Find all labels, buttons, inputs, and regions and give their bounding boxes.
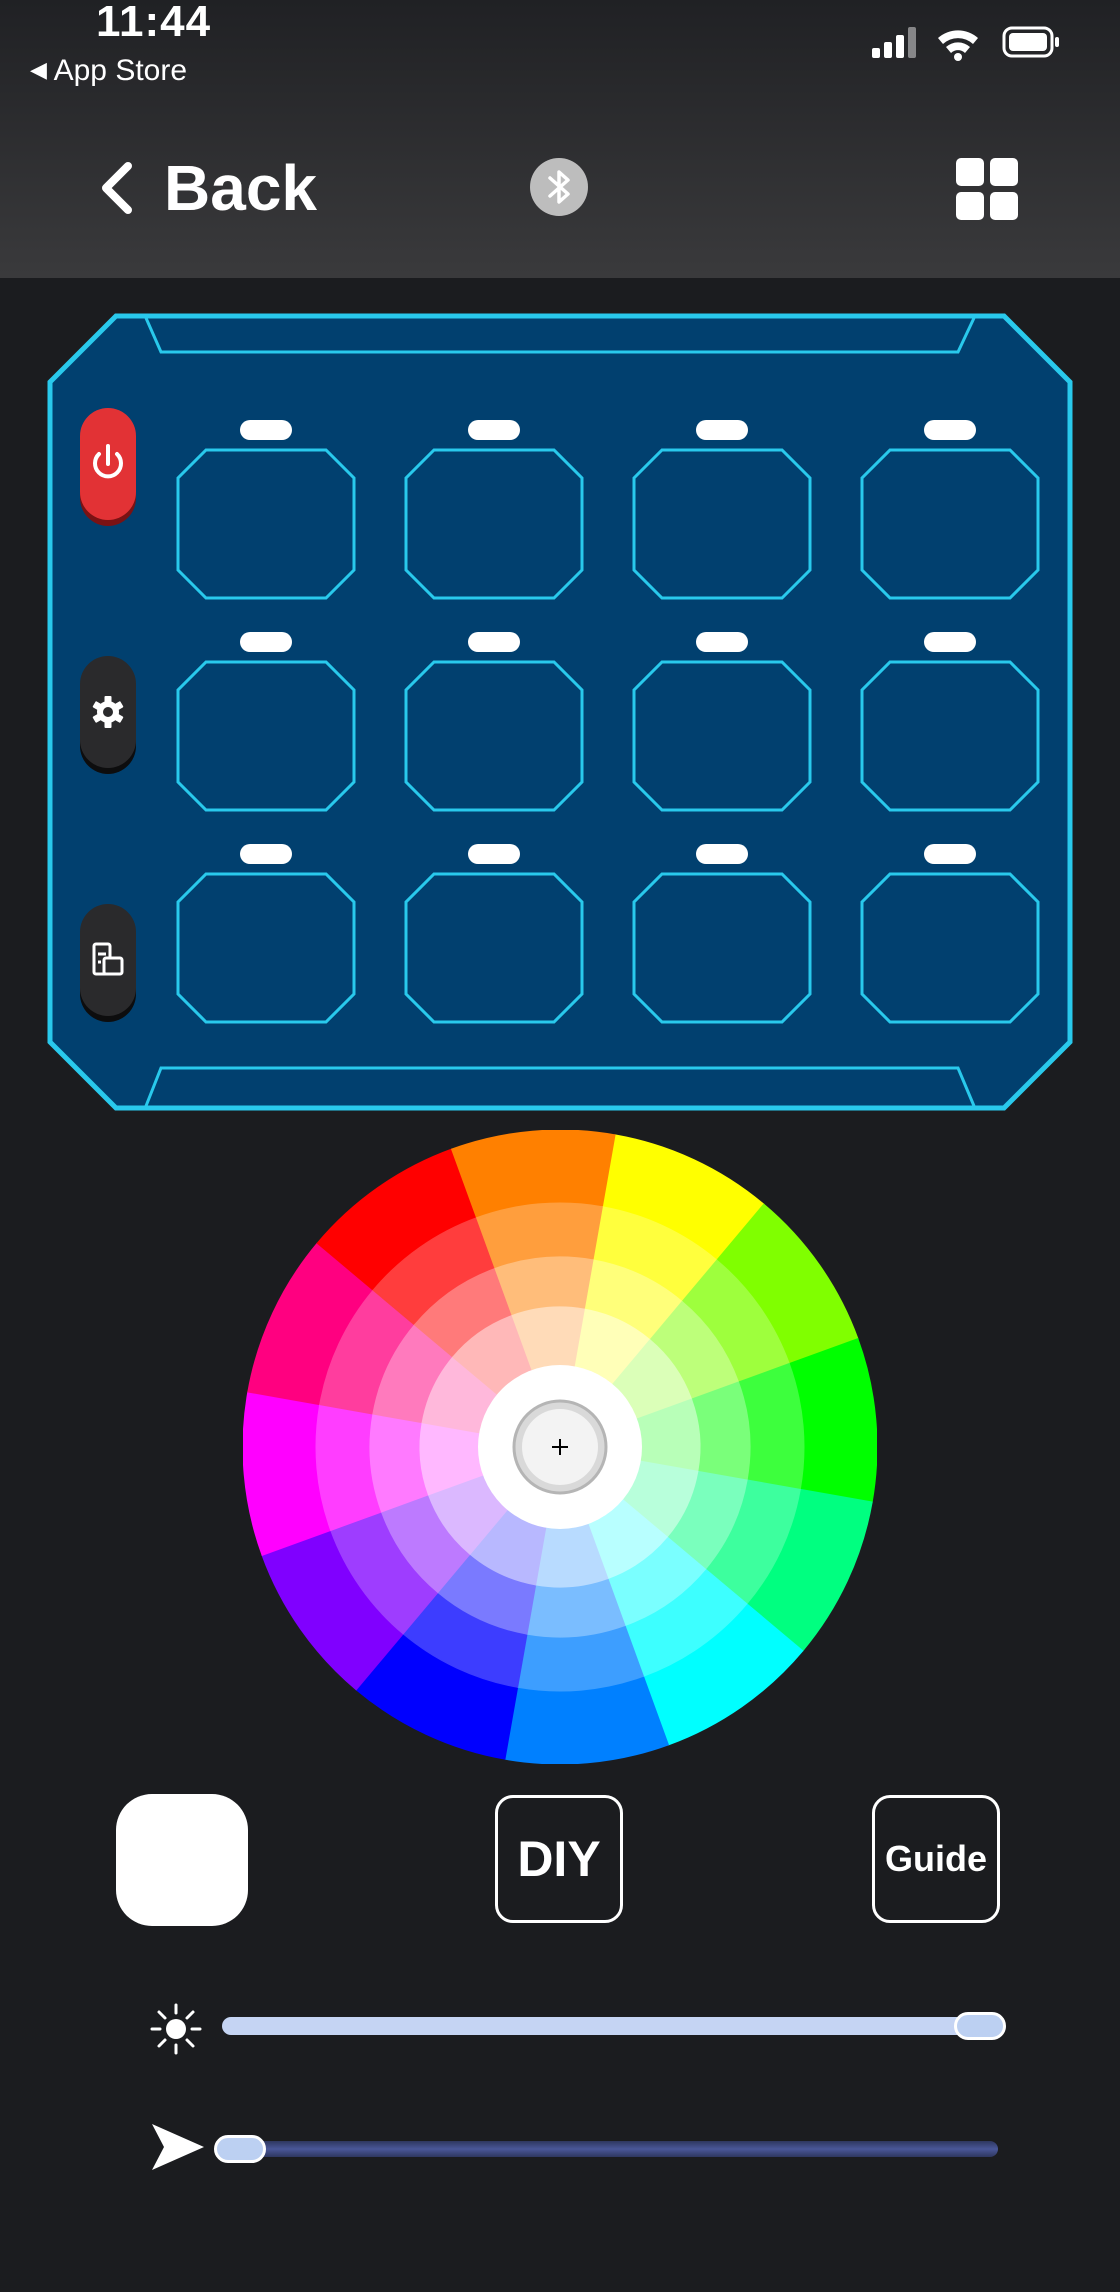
wifi-icon — [938, 30, 978, 61]
back-triangle-icon: ◀ — [30, 57, 47, 82]
key-indicator — [468, 844, 520, 864]
power-button[interactable] — [80, 408, 136, 520]
device-pad — [46, 312, 1074, 1112]
key-indicator — [240, 844, 292, 864]
brightness-slider-thumb[interactable] — [954, 2012, 1006, 2040]
device-outline — [47, 313, 1073, 1111]
diy-button[interactable]: DIY — [495, 1795, 623, 1923]
selected-color-swatch[interactable] — [116, 1794, 248, 1926]
color-segment — [690, 1381, 751, 1481]
back-app-label: App Store — [53, 54, 188, 87]
gear-icon — [92, 696, 124, 728]
key-indicator — [924, 420, 976, 440]
cellular-signal-icon — [872, 27, 916, 58]
speed-slider[interactable] — [222, 2141, 998, 2157]
color-segment — [526, 1577, 626, 1638]
grid-icon[interactable] — [956, 158, 1018, 220]
guide-label: Guide — [884, 1838, 987, 1879]
key-indicator — [924, 632, 976, 652]
back-label: Back — [164, 152, 317, 224]
brightness-slider[interactable] — [222, 2017, 1002, 2035]
color-wheel[interactable] — [243, 1130, 877, 1764]
chevron-left-icon — [102, 162, 132, 214]
battery-icon — [1002, 26, 1059, 58]
key-indicator — [468, 632, 520, 652]
key-indicator — [468, 420, 520, 440]
key-indicator — [240, 632, 292, 652]
speed-slider-thumb[interactable] — [214, 2135, 266, 2163]
layout-button[interactable] — [80, 904, 136, 1016]
key-indicator — [696, 420, 748, 440]
top-bar: 11:44 ◀ App Store Back — [0, 0, 1120, 278]
back-to-app-store[interactable]: ◀ App Store — [30, 52, 187, 89]
back-button[interactable]: Back — [96, 148, 317, 228]
color-segment — [494, 1256, 594, 1317]
key-indicator — [696, 632, 748, 652]
power-icon — [93, 444, 123, 479]
arrow-icon — [152, 2124, 204, 2170]
sun-icon — [150, 2003, 202, 2055]
key-indicator — [924, 844, 976, 864]
settings-button[interactable] — [80, 656, 136, 768]
key-indicator — [240, 420, 292, 440]
layout-icon — [92, 942, 124, 976]
key-indicator — [696, 844, 748, 864]
status-icons — [872, 26, 1059, 61]
bluetooth-icon[interactable] — [530, 158, 588, 216]
diy-label: DIY — [517, 1831, 601, 1887]
color-segment — [369, 1413, 430, 1513]
guide-button[interactable]: Guide — [872, 1795, 1000, 1923]
status-time: 11:44 — [96, 0, 212, 46]
